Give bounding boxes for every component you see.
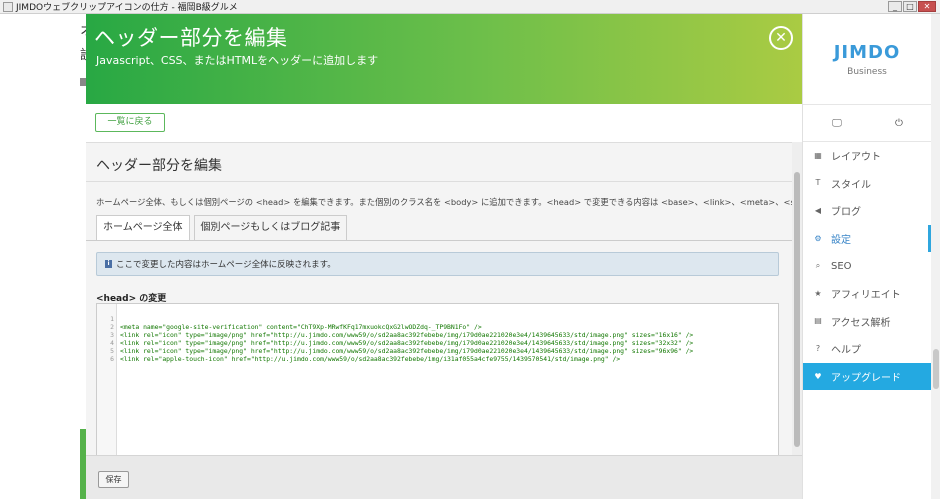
- sidebar-scrollbar[interactable]: [931, 14, 940, 499]
- chart-icon: ▤: [814, 316, 822, 326]
- sidebar-item-label: レイアウト: [831, 152, 881, 164]
- sidebar-item-upgrade[interactable]: ♥ アップグレード: [803, 362, 931, 391]
- sidebar-item-label: 設定: [831, 235, 851, 247]
- app-icon: [3, 1, 13, 12]
- sidebar-item-analytics[interactable]: ▤ アクセス解析: [803, 308, 931, 336]
- style-icon: T: [815, 178, 821, 188]
- sidebar-item-label: アップグレード: [831, 373, 901, 385]
- sidebar-item-label: ヘルプ: [831, 345, 861, 357]
- code-line: 6: [97, 347, 778, 363]
- plan-label: Business: [847, 67, 887, 77]
- sidebar-menu: ▦ レイアウト T スタイル ◀ ブログ ⚙ 設定 ⌕ SEO ★ アフィリエイ…: [803, 142, 931, 391]
- scrollbar-thumb[interactable]: [933, 349, 939, 389]
- tab-individual-page[interactable]: 個別ページもしくはブログ記事: [193, 215, 348, 241]
- background-page: オ 設: [0, 14, 86, 499]
- jimdo-sidebar: JIMDO Business 🖵 ⏻ ▦ レイアウト T スタイル ◀ ブログ …: [802, 14, 940, 499]
- sidebar-item-settings[interactable]: ⚙ 設定: [803, 224, 931, 253]
- sidebar-item-seo[interactable]: ⌕ SEO: [803, 252, 931, 280]
- sidebar-item-style[interactable]: T スタイル: [803, 170, 931, 198]
- tab-whole-site[interactable]: ホームページ全体: [96, 215, 190, 241]
- window-close-button[interactable]: ✕: [918, 1, 936, 12]
- sidebar-item-blog[interactable]: ◀ ブログ: [803, 197, 931, 225]
- section-title: ヘッダー部分を編集: [96, 158, 222, 174]
- window-controls: _ □ ✕: [888, 1, 936, 12]
- window-title: JIMDOウェブクリップアイコンの仕方 - 福岡B級グルメ: [16, 3, 238, 13]
- heart-icon: ♥: [814, 371, 822, 381]
- help-icon: ?: [815, 343, 821, 353]
- divider: [86, 181, 792, 182]
- info-icon: i: [105, 260, 112, 268]
- maximize-button[interactable]: □: [903, 1, 917, 12]
- star-icon: ★: [814, 288, 822, 298]
- search-icon: ⌕: [815, 261, 821, 271]
- sidebar-item-label: SEO: [831, 260, 852, 272]
- jimdo-logo: JIMDO Business: [803, 42, 931, 77]
- gear-icon: ⚙: [814, 233, 822, 243]
- modal-close-icon[interactable]: ✕: [769, 26, 793, 50]
- sidebar-item-label: ブログ: [831, 207, 861, 219]
- logo-text: JIMDO: [833, 42, 901, 63]
- tab-bar: ホームページ全体 個別ページもしくはブログ記事: [96, 215, 351, 241]
- sidebar-item-label: アクセス解析: [831, 317, 891, 329]
- head-code-editor[interactable]: 1 <meta name="google-site-verification" …: [96, 303, 779, 455]
- sidebar-item-help[interactable]: ? ヘルプ: [803, 335, 931, 363]
- window-titlebar: JIMDOウェブクリップアイコンの仕方 - 福岡B級グルメ _ □ ✕: [0, 0, 940, 14]
- modal-content: ヘッダー部分を編集 ホームページ全体、もしくは個別ページの <head> を編集…: [86, 142, 792, 455]
- content-scrollbar[interactable]: [792, 142, 802, 455]
- modal-title: ヘッダー部分を編集: [94, 26, 288, 50]
- scrollbar-thumb[interactable]: [794, 172, 800, 447]
- modal-header: ヘッダー部分を編集 Javascript、CSS、またはHTMLをヘッダーに追加…: [86, 14, 802, 104]
- sidebar-item-affiliate[interactable]: ★ アフィリエイト: [803, 280, 931, 308]
- section-description: ホームページ全体、もしくは個別ページの <head> を編集できます。また個別の…: [96, 197, 792, 207]
- code-line: 5 <link rel="apple-touch-icon" href="htt…: [97, 339, 778, 363]
- sidebar-item-layout[interactable]: ▦ レイアウト: [803, 142, 931, 170]
- code-line: 2 <link rel="icon" type="image/png" href…: [97, 315, 778, 339]
- back-bar: 一覧に戻る: [86, 104, 802, 142]
- device-toolbar: 🖵 ⏻: [803, 104, 931, 142]
- line-number: 6: [110, 355, 114, 363]
- layout-icon: ▦: [814, 150, 822, 160]
- power-icon[interactable]: ⏻: [892, 117, 906, 131]
- code-text: <link rel="apple-touch-icon" href="http:…: [120, 355, 621, 363]
- modal-footer: 保存: [86, 455, 802, 499]
- edit-header-modal: ヘッダー部分を編集 Javascript、CSS、またはHTMLをヘッダーに追加…: [86, 14, 802, 499]
- minimize-button[interactable]: _: [888, 1, 902, 12]
- desktop-preview-icon[interactable]: 🖵: [830, 117, 844, 131]
- code-line: 1 <meta name="google-site-verification" …: [97, 307, 778, 331]
- back-to-list-button[interactable]: 一覧に戻る: [95, 113, 165, 132]
- info-text: ここで変更した内容はホームページ全体に反映されます。: [116, 260, 336, 270]
- sidebar-item-label: アフィリエイト: [831, 290, 901, 302]
- divider: [86, 240, 792, 241]
- sidebar-item-label: スタイル: [831, 179, 871, 191]
- info-message: i ここで変更した内容はホームページ全体に反映されます。: [96, 252, 779, 276]
- megaphone-icon: ◀: [814, 205, 822, 215]
- code-line: 3 <link rel="icon" type="image/png" href…: [97, 323, 778, 347]
- modal-subtitle: Javascript、CSS、またはHTMLをヘッダーに追加します: [96, 54, 379, 67]
- save-button[interactable]: 保存: [98, 471, 129, 488]
- code-line: 4 <link rel="icon" type="image/png" href…: [97, 331, 778, 355]
